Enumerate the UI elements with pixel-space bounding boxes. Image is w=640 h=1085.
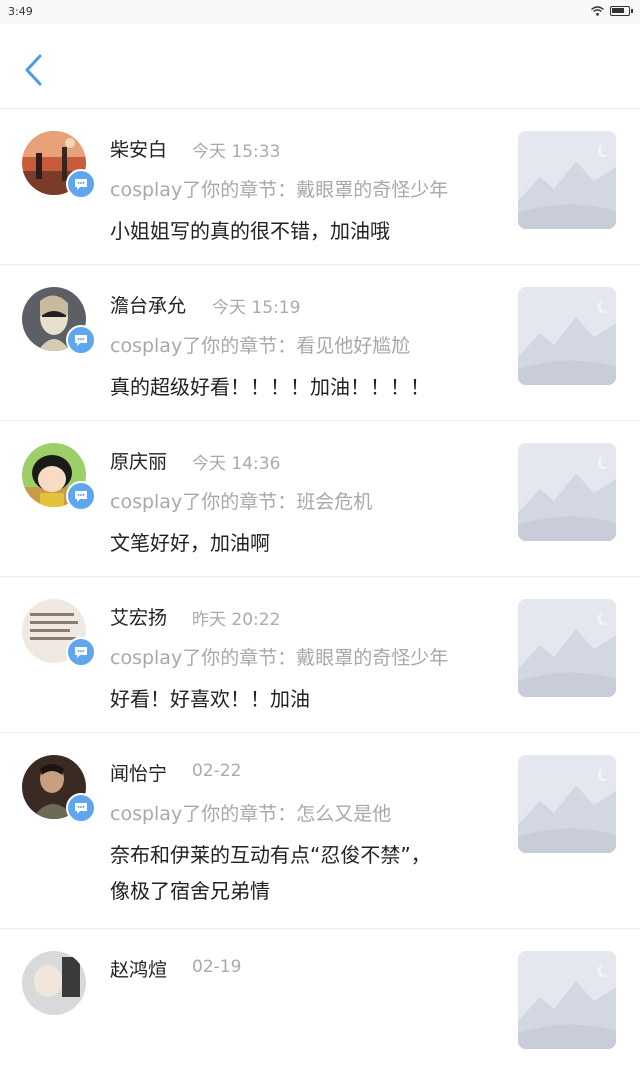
chapter-thumbnail[interactable] [518, 951, 616, 1049]
battery-icon [610, 6, 633, 16]
chapter-thumbnail[interactable] [518, 131, 616, 229]
user-name[interactable]: 柴安白 [110, 135, 167, 162]
image-placeholder-icon [518, 131, 616, 229]
comment-time: 昨天 20:22 [192, 610, 281, 630]
comment-text: 真的超级好看！！！！加油！！！！ [110, 375, 430, 399]
comment-time: 02-19 [192, 957, 242, 977]
back-button[interactable] [14, 50, 54, 90]
reply-reference[interactable]: cosplay了你的章节：班会危机 [110, 487, 500, 514]
comment-badge-icon [66, 793, 96, 823]
user-name[interactable]: 闻怡宁 [110, 759, 167, 786]
list-item[interactable]: 闻怡宁 02-22 cosplay了你的章节：怎么又是他 奈布和伊莱的互动有点“… [0, 733, 640, 929]
comment-time: 今天 14:36 [192, 454, 281, 474]
header [0, 24, 640, 109]
chevron-left-icon [25, 54, 42, 86]
comment-text: 好看！好喜欢！！加油 [110, 687, 310, 711]
list-item[interactable]: 艾宏扬 昨天 20:22 cosplay了你的章节：戴眼罩的奇怪少年 好看！好喜… [0, 577, 640, 733]
comment-text: 小姐姐写的真的很不错，加油哦 [110, 219, 390, 243]
comment-time: 今天 15:33 [192, 142, 281, 162]
list-item[interactable]: 柴安白 今天 15:33 cosplay了你的章节：戴眼罩的奇怪少年 小姐姐写的… [0, 109, 640, 265]
chapter-thumbnail[interactable] [518, 287, 616, 385]
reply-reference[interactable]: cosplay了你的章节：戴眼罩的奇怪少年 [110, 175, 500, 202]
list-item[interactable]: 澹台承允 今天 15:19 cosplay了你的章节：看见他好尴尬 真的超级好看… [0, 265, 640, 421]
comment-text: 奈布和伊莱的互动有点“忍俊不禁”，像极了宿舍兄弟情 [110, 843, 431, 903]
list-item[interactable]: 赵鸿煊 02-19 [0, 929, 640, 1085]
comment-badge-icon [66, 637, 96, 667]
image-placeholder-icon [518, 599, 616, 697]
image-placeholder-icon [518, 443, 616, 541]
image-placeholder-icon [518, 755, 616, 853]
comment-time: 02-22 [192, 761, 242, 781]
user-name[interactable]: 赵鸿煊 [110, 955, 167, 982]
comment-badge-icon [66, 325, 96, 355]
wifi-icon [591, 6, 604, 16]
chapter-thumbnail[interactable] [518, 443, 616, 541]
comment-list: 柴安白 今天 15:33 cosplay了你的章节：戴眼罩的奇怪少年 小姐姐写的… [0, 109, 640, 1085]
image-placeholder-icon [518, 951, 616, 1049]
status-icons [591, 6, 633, 16]
user-name[interactable]: 艾宏扬 [110, 603, 167, 630]
reply-reference[interactable]: cosplay了你的章节：怎么又是他 [110, 799, 500, 826]
user-name[interactable]: 澹台承允 [110, 291, 186, 318]
image-placeholder-icon [518, 287, 616, 385]
reply-reference[interactable]: cosplay了你的章节：看见他好尴尬 [110, 331, 500, 358]
user-name[interactable]: 原庆丽 [110, 447, 167, 474]
chapter-thumbnail[interactable] [518, 599, 616, 697]
comment-time: 今天 15:19 [212, 298, 301, 318]
comment-badge-icon [66, 481, 96, 511]
status-time: 3:49 [8, 5, 33, 18]
chapter-thumbnail[interactable] [518, 755, 616, 853]
comment-badge-icon [66, 169, 96, 199]
list-item[interactable]: 原庆丽 今天 14:36 cosplay了你的章节：班会危机 文笔好好，加油啊 [0, 421, 640, 577]
reply-reference[interactable]: cosplay了你的章节：戴眼罩的奇怪少年 [110, 643, 500, 670]
comment-text: 文笔好好，加油啊 [110, 531, 270, 555]
status-bar: 3:49 [0, 0, 640, 24]
avatar[interactable] [22, 951, 86, 1015]
